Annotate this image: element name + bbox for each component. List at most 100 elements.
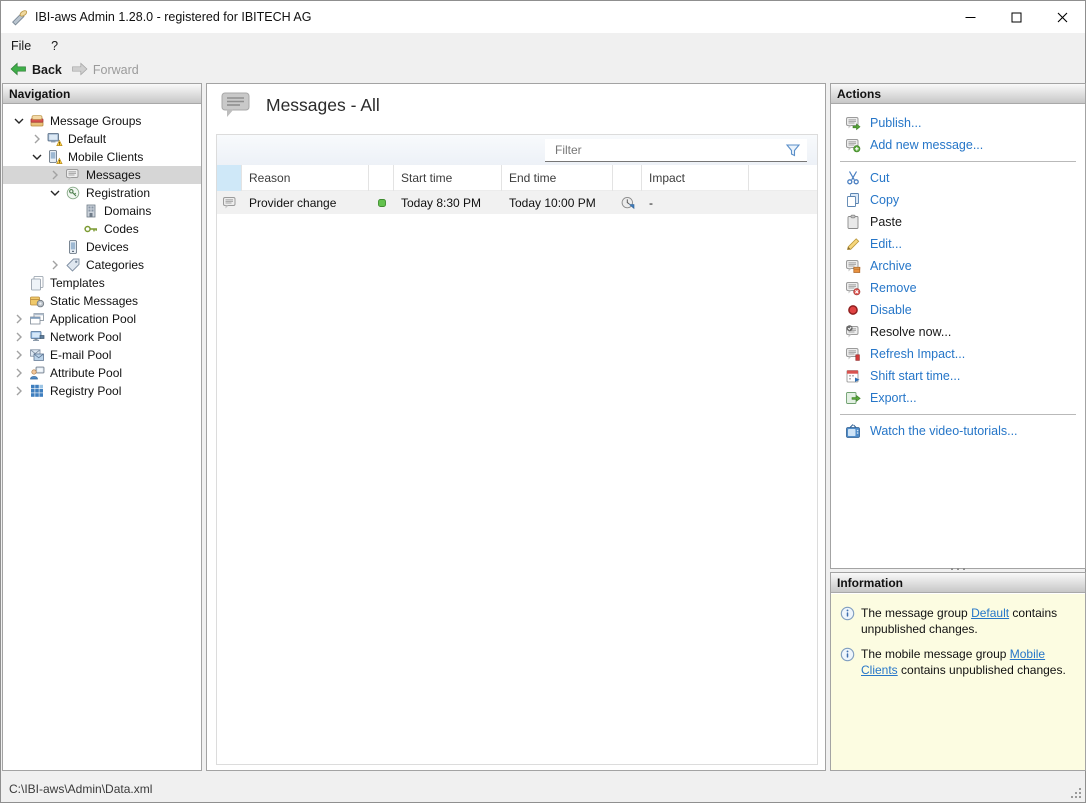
column-header-blank[interactable]	[217, 165, 242, 191]
action-archive[interactable]: Archive	[831, 255, 1085, 277]
action-label: Shift start time...	[870, 369, 961, 383]
info-icon	[840, 647, 855, 662]
chevron-down-icon[interactable]	[11, 113, 27, 129]
templates-icon	[29, 275, 45, 291]
add-message-icon	[845, 137, 861, 153]
tree-item-domains[interactable]: Domains	[3, 202, 201, 220]
tree-item-devices[interactable]: Devices	[3, 238, 201, 256]
action-shift-start-time[interactable]: Shift start time...	[831, 365, 1085, 387]
action-publish[interactable]: Publish...	[831, 112, 1085, 134]
tree-item-mobile-clients[interactable]: Mobile Clients	[3, 148, 201, 166]
tree-item-registration[interactable]: Registration	[3, 184, 201, 202]
action-remove[interactable]: Remove	[831, 277, 1085, 299]
minimize-button[interactable]	[947, 1, 993, 33]
tree-item-attribute-pool[interactable]: Attribute Pool	[3, 364, 201, 382]
info-icon	[840, 606, 855, 621]
action-refresh-impact[interactable]: Refresh Impact...	[831, 343, 1085, 365]
toolbar: Back Forward	[1, 58, 1085, 82]
edit-icon	[845, 236, 861, 252]
navigation-header: Navigation	[3, 84, 201, 104]
action-cut[interactable]: Cut	[831, 167, 1085, 189]
titlebar: IBI-aws Admin 1.28.0 - registered for IB…	[1, 1, 1085, 33]
column-header-start-time[interactable]: Start time	[394, 165, 502, 191]
column-header-blank[interactable]	[613, 165, 642, 191]
action-label: Watch the video-tutorials...	[870, 424, 1018, 438]
column-header-end-time[interactable]: End time	[502, 165, 613, 191]
info-link-mobile-clients[interactable]: Mobile Clients	[861, 647, 1045, 677]
tree-item-registry-pool[interactable]: Registry Pool	[3, 382, 201, 400]
tree-item-message-groups[interactable]: Message Groups	[3, 112, 201, 130]
action-copy[interactable]: Copy	[831, 189, 1085, 211]
information-panel: Information The message group Default co…	[830, 572, 1086, 771]
message-groups-icon	[29, 113, 45, 129]
chevron-right-icon[interactable]	[11, 311, 27, 327]
messages-list: Reason Start timeEnd time Impact Provider …	[216, 134, 818, 765]
action-edit[interactable]: Edit...	[831, 233, 1085, 255]
export-icon	[845, 390, 861, 406]
chevron-down-icon[interactable]	[47, 185, 63, 201]
tree-item-static-messages[interactable]: Static Messages	[3, 292, 201, 310]
tree-item-label: Domains	[104, 204, 152, 218]
column-header-blank[interactable]	[369, 165, 394, 191]
tree-item-network-pool[interactable]: Network Pool	[3, 328, 201, 346]
close-button[interactable]	[1039, 1, 1085, 33]
column-header-impact[interactable]: Impact	[642, 165, 749, 191]
chevron-right-icon[interactable]	[47, 167, 63, 183]
tree-item-categories[interactable]: Categories	[3, 256, 201, 274]
resize-grip[interactable]	[1069, 786, 1083, 800]
navigation-panel: Navigation Message Groups Default Mobile C…	[2, 83, 202, 771]
tree-item-application-pool[interactable]: Application Pool	[3, 310, 201, 328]
chevron-right-icon[interactable]	[11, 383, 27, 399]
impact-pending-icon	[613, 191, 642, 214]
panel-splitter[interactable]	[830, 565, 1086, 572]
action-label: Archive	[870, 259, 912, 273]
filter-funnel-icon[interactable]	[784, 141, 802, 159]
tree-item-codes[interactable]: Codes	[3, 220, 201, 238]
cell-end-time: Today 10:00 PM	[509, 195, 596, 210]
tree-item-e-mail-pool[interactable]: E-mail Pool	[3, 346, 201, 364]
messages-page-icon	[220, 91, 251, 119]
chevron-right-icon[interactable]	[29, 131, 45, 147]
filter-input[interactable]	[545, 143, 784, 157]
info-link-default[interactable]: Default	[971, 606, 1009, 620]
action-paste[interactable]: Paste	[831, 211, 1085, 233]
app-icon	[11, 8, 29, 26]
forward-button[interactable]: Forward	[70, 62, 139, 79]
action-watch-the-video-tutorials[interactable]: Watch the video-tutorials...	[831, 420, 1085, 442]
column-header-reason[interactable]: Reason	[242, 165, 369, 191]
chevron-down-icon[interactable]	[29, 149, 45, 165]
email-pool-icon	[29, 347, 45, 363]
chevron-right-icon[interactable]	[11, 329, 27, 345]
action-label: Paste	[870, 215, 902, 229]
action-add-new-message[interactable]: Add new message...	[831, 134, 1085, 156]
tree-item-templates[interactable]: Templates	[3, 274, 201, 292]
attribute-pool-icon	[29, 365, 45, 381]
forward-label: Forward	[92, 63, 139, 77]
chevron-right-icon[interactable]	[11, 347, 27, 363]
action-export[interactable]: Export...	[831, 387, 1085, 409]
chevron-right-icon[interactable]	[11, 365, 27, 381]
messages-icon	[65, 167, 81, 183]
codes-icon	[83, 221, 99, 237]
actions-header: Actions	[831, 84, 1085, 104]
statusbar: C:\IBI-aws\Admin\Data.xml	[1, 776, 1085, 802]
action-disable[interactable]: Disable	[831, 299, 1085, 321]
actions-separator	[840, 161, 1076, 162]
info-item: The mobile message group Mobile Clients …	[840, 646, 1077, 678]
tree-item-default[interactable]: Default	[3, 130, 201, 148]
table-body: Provider change Today 8:30 PM Today 10:00 …	[217, 191, 817, 214]
page-title: Messages - All	[266, 94, 380, 115]
table-row[interactable]: Provider change Today 8:30 PM Today 10:00 …	[217, 191, 817, 214]
actions-separator	[840, 414, 1076, 415]
back-button[interactable]: Back	[9, 62, 62, 79]
menu-file[interactable]: File	[1, 35, 41, 57]
tree-item-label: E-mail Pool	[50, 348, 112, 362]
info-text: The message group Default contains unpub…	[861, 606, 1058, 636]
maximize-button[interactable]	[993, 1, 1039, 33]
chevron-right-icon[interactable]	[47, 257, 63, 273]
action-resolve-now[interactable]: Resolve now...	[831, 321, 1085, 343]
tree-item-messages[interactable]: Messages	[3, 166, 201, 184]
menu-help[interactable]: ?	[41, 35, 68, 57]
